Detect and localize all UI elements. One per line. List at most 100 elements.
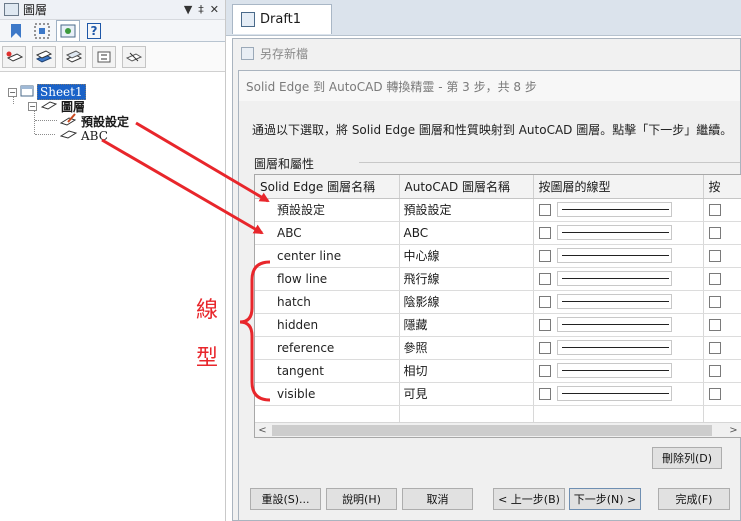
acad-layer-cell[interactable]: 中心線 [399,244,534,268]
linetype-selector[interactable] [556,225,672,240]
move-layer-icon[interactable] [92,45,116,68]
table-row[interactable]: visible 可見 [255,382,741,406]
table-row[interactable]: tangent 相切 [255,359,741,383]
bylayer-linetype-checkbox[interactable] [538,295,551,308]
delete-row-button[interactable]: 刪除列(D) [652,447,722,469]
help-button[interactable]: 說明(H) [326,488,397,510]
linetype-cell[interactable] [533,382,704,406]
layers-folder-icon [40,99,58,114]
horizontal-scrollbar[interactable]: < > [255,422,741,437]
table-row[interactable]: reference 參照 [255,336,741,360]
linetype-selector[interactable] [556,271,672,286]
acad-layer-cell[interactable]: ABC [399,221,534,245]
bylayer-checkbox[interactable] [708,388,721,400]
next-column-cell[interactable] [703,198,741,222]
next-button[interactable]: 下一步(N) > [569,488,641,510]
next-column-cell[interactable] [703,221,741,245]
linetype-cell[interactable] [533,290,704,314]
bylayer-linetype-checkbox[interactable] [538,364,551,377]
bylayer-checkbox[interactable] [708,296,721,308]
col-header-se-layer[interactable]: Solid Edge 圖層名稱 [255,175,400,199]
scroll-thumb[interactable] [272,424,712,436]
pin-icon[interactable]: ‡ [198,3,204,16]
table-row[interactable]: hidden 隱藏 [255,313,741,337]
collapse-toggle[interactable]: − [28,102,37,111]
linetype-cell[interactable] [533,336,704,360]
col-header-next[interactable]: 按 [703,175,741,199]
acad-layer-cell[interactable]: 隱藏 [399,313,534,337]
table-row[interactable]: ABC ABC [255,221,741,245]
bylayer-linetype-checkbox[interactable] [538,341,551,354]
collapse-toggle[interactable]: − [8,87,17,97]
acad-layer-cell[interactable]: 參照 [399,336,534,360]
table-row[interactable]: hatch 陰影線 [255,290,741,314]
bylayer-linetype-checkbox[interactable] [538,226,551,239]
linetype-selector[interactable] [556,386,672,401]
new-layer-icon[interactable] [2,45,26,68]
bylayer-linetype-checkbox[interactable] [538,249,551,262]
wizard-title: Solid Edge 到 AutoCAD 轉換精靈 - 第 3 步，共 8 步 [239,71,740,101]
tree-node-layer-abc[interactable]: ABC [59,128,108,143]
annotation-char-line: 線 [196,298,219,323]
scroll-right-arrow[interactable]: > [726,425,741,436]
scroll-left-arrow[interactable]: < [255,425,270,436]
reset-button[interactable]: 重設(S)... [250,488,321,510]
linetype-cell[interactable] [533,221,704,245]
table-row[interactable]: flow line 飛行線 [255,267,741,291]
layers-icon[interactable] [56,20,80,41]
activate-layer-icon[interactable] [32,45,56,68]
linetype-cell[interactable] [533,313,704,337]
bylayer-checkbox[interactable] [708,319,721,331]
acad-layer-cell[interactable]: 飛行線 [399,267,534,291]
se-layer-cell: center line [255,244,400,268]
bylayer-linetype-checkbox[interactable] [538,387,551,400]
bylayer-linetype-checkbox[interactable] [538,318,551,331]
linetype-cell[interactable] [533,244,704,268]
bylayer-checkbox[interactable] [708,227,721,239]
bylayer-checkbox[interactable] [708,365,721,377]
bylayer-linetype-checkbox[interactable] [538,272,551,285]
table-row[interactable]: 預設設定 預設設定 [255,198,741,222]
tab-draft1[interactable]: Draft1 [232,4,332,34]
next-column-cell[interactable] [703,382,741,406]
panel-menu-icon[interactable]: ▼ [184,3,192,16]
select-frame-icon[interactable] [30,21,54,41]
cancel-button[interactable]: 取消 [402,488,473,510]
linetype-cell[interactable] [533,359,704,383]
next-column-cell[interactable] [703,244,741,268]
acad-layer-cell[interactable]: 預設設定 [399,198,534,222]
next-column-cell[interactable] [703,336,741,360]
next-column-cell[interactable] [703,267,741,291]
help-icon[interactable]: ? [82,21,106,41]
acad-layer-cell[interactable]: 可見 [399,382,534,406]
next-column-cell[interactable] [703,290,741,314]
linetype-cell[interactable] [533,267,704,291]
bylayer-checkbox[interactable] [708,204,721,216]
table-row[interactable]: center line 中心線 [255,244,741,268]
finish-button[interactable]: 完成(F) [658,488,730,510]
layer-mapping-grid[interactable]: Solid Edge 圖層名稱 AutoCAD 圖層名稱 按圖層的線型 按 預設… [254,174,741,438]
linetype-selector[interactable] [556,317,672,332]
linetype-selector[interactable] [556,363,672,378]
bylayer-checkbox[interactable] [708,250,721,262]
linetype-cell[interactable] [533,198,704,222]
grid-header-row: Solid Edge 圖層名稱 AutoCAD 圖層名稱 按圖層的線型 按 [255,175,741,199]
linetype-selector[interactable] [556,294,672,309]
bylayer-checkbox[interactable] [708,273,721,285]
col-header-acad-layer[interactable]: AutoCAD 圖層名稱 [399,175,534,199]
bylayer-checkbox[interactable] [708,342,721,354]
acad-layer-cell[interactable]: 陰影線 [399,290,534,314]
acad-layer-cell[interactable]: 相切 [399,359,534,383]
bylayer-linetype-checkbox[interactable] [538,203,551,216]
back-button[interactable]: < 上一步(B) [493,488,565,510]
next-column-cell[interactable] [703,359,741,383]
linetype-selector[interactable] [556,340,672,355]
col-header-linetype[interactable]: 按圖層的線型 [533,175,704,199]
show-layer-icon[interactable] [62,45,86,68]
close-icon[interactable]: ✕ [210,3,219,16]
linetype-selector[interactable] [556,248,672,263]
linetype-selector[interactable] [556,202,672,217]
hide-layer-icon[interactable] [122,45,146,68]
bookmark-icon[interactable] [4,21,28,41]
next-column-cell[interactable] [703,313,741,337]
